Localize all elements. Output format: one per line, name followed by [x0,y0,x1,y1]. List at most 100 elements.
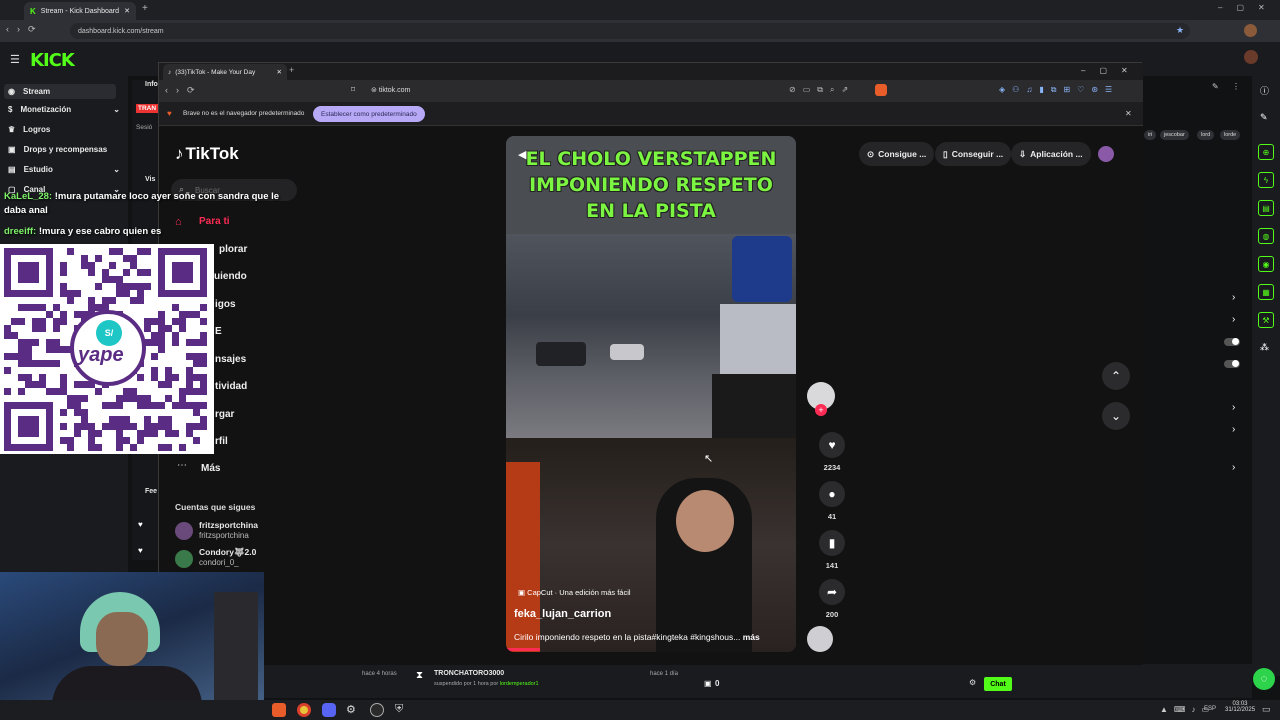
pen-icon[interactable]: ✎ [1260,112,1268,123]
broadcast-icon[interactable]: ◉ [1258,256,1274,272]
get-app-button[interactable]: ▯ Conseguir ... [935,142,1012,166]
following-name[interactable]: fritzsportchina [199,520,258,530]
like-heart-icon[interactable]: ♥ [819,432,845,458]
obs-taskbar-icon[interactable] [370,703,384,717]
sound-disc-avatar[interactable] [807,626,833,652]
set-default-button[interactable]: Establecer como predeterminado [313,106,425,122]
video-player[interactable]: EL CHOLO VERSTAPPEN IMPONIENDO RESPETO EN … [506,136,796,652]
nav-live[interactable]: E [215,326,222,337]
edit-icon[interactable]: ✎ [1212,82,1219,91]
bookmark-star-icon[interactable]: ★ [1176,25,1184,36]
nav-perfil[interactable]: rfil [215,436,228,447]
follow-plus-icon[interactable]: + [815,404,827,416]
shield-taskbar-icon[interactable]: ⛨ [395,703,403,716]
profile-avatar[interactable] [1244,24,1257,37]
steam-taskbar-icon[interactable]: ⚙ [346,703,356,716]
sidebar-item-drops[interactable]: ▣ Drops y recompensas [8,145,120,154]
discord-taskbar-icon[interactable] [322,703,336,717]
sidebar-item-logros[interactable]: ♛ Logros [8,125,120,134]
comment-icon[interactable]: ● [819,481,845,507]
video-author[interactable]: feka_lujan_carrion [514,608,611,620]
tag-chip[interactable]: lord [1197,130,1215,140]
support-chat-icon[interactable]: ◌ [1253,668,1275,690]
avatar[interactable] [175,550,193,568]
toolbar-icons[interactable]: ⊘▭⧉⌕⇗ [789,85,855,95]
close-icon[interactable]: ✕ [277,68,282,76]
outer-url-field[interactable]: dashboard.kick.com/stream [70,23,1190,39]
qr-finder [18,416,39,437]
bookmark-icon[interactable]: ⌑ [351,85,355,94]
more-icon[interactable]: ⋮ [1232,82,1240,91]
qr-module [158,332,165,339]
window-controls[interactable]: –▢✕ [1081,66,1142,75]
chevron-right-icon[interactable]: › [1232,292,1235,303]
outer-tab-kick-dashboard[interactable]: K Stream - Kick Dashboard ✕ [24,2,136,20]
sidebar-item-estudio[interactable]: ▤ Estudio ⌄ [8,165,120,174]
brave-taskbar-icon[interactable] [272,703,286,717]
qr-module [109,248,116,255]
grid-icon[interactable]: ▦ [1258,284,1274,300]
clock[interactable]: 03:03 31/12/2025 [1225,701,1255,713]
brave-shield-icon[interactable] [875,84,887,96]
lightning-icon[interactable]: ϟ [1258,172,1274,188]
chevron-right-icon[interactable]: › [1232,402,1235,413]
hourglass-icon: ⧗ [416,670,424,681]
qr-module [123,437,130,444]
sidebar-item-monetizacion[interactable]: $ Monetización ⌄ [8,105,120,114]
window-controls[interactable]: –▢✕ [1218,3,1279,12]
toggle-switch[interactable] [1224,360,1240,368]
nav-amigos[interactable]: igos [215,299,236,310]
nav-para-ti[interactable]: Para ti [199,216,230,227]
tiktok-url-field[interactable]: ⊜ tiktok.com [371,86,410,94]
new-tab-icon[interactable]: + [289,65,294,75]
notification-icon[interactable]: ▭ [1262,704,1271,715]
chevron-down-icon[interactable]: ⌄ [1102,402,1130,430]
extension-icons[interactable]: ◈⚇♫▮⧉⊞♡⊛☰ [999,85,1119,95]
sidebar-item-stream[interactable]: ◉ Stream [4,84,116,99]
close-icon[interactable]: ✕ [1125,109,1132,118]
avatar[interactable] [175,522,193,540]
nav-arrows-icon[interactable]: ‹›⟳ [6,24,44,35]
profile-avatar[interactable] [1098,146,1114,162]
chat-button[interactable]: Chat [984,677,1012,691]
menu-icon[interactable]: ☰ [10,53,20,66]
kick-logo[interactable]: KICK [30,50,75,71]
chevron-right-icon[interactable]: › [1232,424,1235,435]
chrome-taskbar-icon[interactable] [297,703,311,717]
more-link[interactable]: más [743,632,760,642]
tag-chip[interactable]: iri [1144,130,1157,140]
toggle-switch[interactable] [1224,338,1240,346]
info-icon[interactable]: ⓘ [1260,84,1269,97]
bookmark-icon[interactable]: ▮ [819,530,845,556]
nav-mas[interactable]: Más [201,463,220,474]
nav-explorar[interactable]: plorar [219,244,247,255]
share-arrow-icon[interactable]: ➦ [819,579,845,605]
tag-chip[interactable]: lorde [1220,130,1241,140]
tiktok-tab[interactable]: ♪ (33)TikTok - Make Your Day ✕ [163,64,287,80]
tag-chip[interactable]: jescobar [1160,130,1189,140]
mute-icon[interactable]: ◀ [518,148,526,161]
tiktok-logo[interactable]: ♪ TikTok [175,144,239,164]
nav-siguiendo[interactable]: uiendo [214,271,247,282]
desktop-app-button[interactable]: ⇩ Aplicación ... [1011,142,1091,166]
rail-button-icon[interactable]: ⊕ [1258,144,1274,160]
document-icon[interactable]: ▤ [1258,200,1274,216]
chat-bubble-icon[interactable]: ◍ [1258,228,1274,244]
chevron-right-icon[interactable]: › [1232,462,1235,473]
language-indicator[interactable]: ESP [1204,706,1216,712]
nav-mensajes[interactable]: nsajes [215,354,246,365]
chevron-up-icon[interactable]: ⌃ [1102,362,1130,390]
nodes-icon[interactable]: ⁂ [1260,342,1269,353]
kick-avatar[interactable] [1244,50,1258,64]
progress-bar[interactable] [506,648,540,651]
settings-gear-icon[interactable]: ⚙ [969,678,976,687]
nav-actividad[interactable]: tividad [215,381,247,392]
nav-cargar[interactable]: rgar [215,409,234,420]
close-icon[interactable]: ✕ [124,7,130,15]
wrench-icon[interactable]: ⚒ [1258,312,1274,328]
new-tab-icon[interactable]: + [142,3,148,14]
nav-arrows-icon[interactable]: ‹›⟳ [165,85,203,96]
get-coins-button[interactable]: ⊙ Consigue ... [859,142,935,166]
following-name[interactable]: Condory🐺2.0 [199,547,256,558]
chevron-right-icon[interactable]: › [1232,314,1235,325]
